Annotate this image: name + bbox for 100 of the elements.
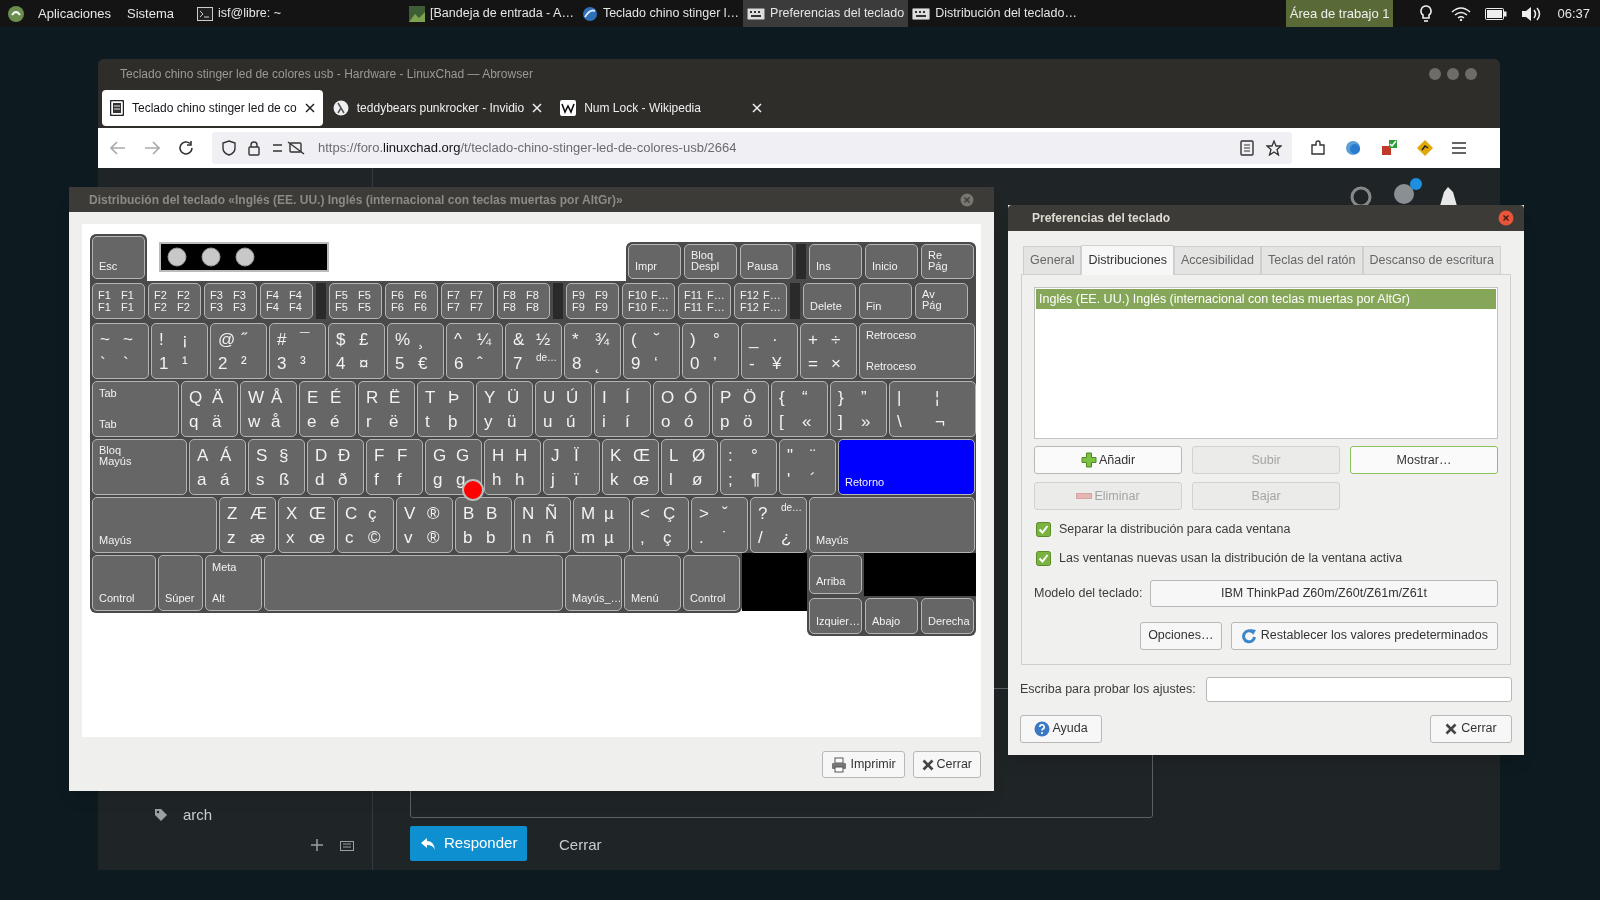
keyboard-key: Ins [809,244,862,279]
field-label: Escriba para probar los ajustes: [1020,680,1197,698]
key-separator [316,283,326,319]
taskbar-button[interactable]: Distribución del teclado… [908,0,1081,27]
help-button[interactable]: Ayuda [1020,714,1102,743]
keyboard-key: ) ° 0 ’ [682,323,739,379]
taskbar-button[interactable]: [Bandeja de entrada - A… [405,0,578,27]
addon-icon[interactable] [1380,139,1398,157]
menu-item[interactable]: Aplicaciones [33,3,116,24]
dialog-button[interactable]: Imprimir [822,751,905,778]
keyboard-icon[interactable] [340,841,354,851]
lightbulb-icon[interactable] [1419,4,1434,23]
taskbar-button[interactable]: Teclado chino stinger l… [577,0,744,27]
keyboard-key: @ ˝ 2 ² [210,323,267,379]
keyboard-key: Z Æ z æ [219,497,276,553]
search-icon[interactable] [1350,186,1372,208]
minus-icon [1076,493,1093,499]
keyboard-key: Control [92,555,156,611]
checkbox[interactable] [1036,550,1051,566]
keyboard-key: P Ö p ö [712,381,769,437]
keyboard-key: % ¸ 5 € [387,323,444,379]
keyboard-key: F10 F… F10 F… [622,283,675,319]
keyboard-key: F4 F4 F4 F4 [260,283,313,319]
reader-icon[interactable] [1240,140,1254,156]
browser-tab[interactable]: teddybears punkrocker - Invidio [324,90,551,126]
menu-icon[interactable] [1452,142,1466,154]
keyboard-key: Esc [92,236,145,279]
reload-icon[interactable] [178,140,194,156]
keyboard-key: F7 F7 F7 F7 [441,283,494,319]
keyboard-key: F12 F… F12 F… [734,283,787,319]
taskbar-button[interactable]: Preferencias del teclado [743,0,909,27]
checkbox[interactable] [1036,521,1051,537]
help-icon [1034,720,1051,737]
keyboard-key: Inicio [865,244,918,279]
lock-icon[interactable] [248,140,260,156]
keyboard-key: W Å w å [240,381,297,437]
tab[interactable]: Teclas del ratón [1260,246,1363,274]
diamond-icon[interactable] [1416,139,1434,157]
window-title: Preferencias del teclado [1032,210,1171,227]
key-separator [790,283,800,319]
taskbar-button[interactable]: isf@libre: ~ [192,0,286,27]
keyboard-key: Q Ä q ä [181,381,238,437]
extensions-icon[interactable] [1310,140,1326,156]
input-field[interactable] [1206,676,1512,702]
tag-icon[interactable] [154,808,168,822]
close-icon[interactable] [304,103,315,113]
reply-icon [420,836,436,851]
keyboard-key: I Í i í [594,381,651,437]
keyboard-key: ! ¡ 1 ¹ [151,323,208,379]
translate-icon[interactable] [1344,140,1362,156]
battery-icon[interactable] [1485,7,1508,20]
shield-icon[interactable] [222,140,236,156]
refresh-icon [1240,627,1257,644]
tab[interactable]: Accesibilidad [1174,246,1261,274]
keyboard-key: F5 F5 F5 F5 [329,283,382,319]
browser-tab[interactable]: Num Lock - Wikipedia [552,90,771,126]
cancel-link[interactable]: Cerrar [559,834,602,857]
keyboard-key: ~ ~ ` ` [92,323,149,379]
keyboard-key: Pausa [740,244,793,279]
window-controls-icon[interactable] [1428,66,1478,81]
address-bar[interactable]: https://foro.linuxchad.org/t/teclado-chino-stinger-led-de-colores-usb/2664 [212,132,1292,164]
dialog-button[interactable]: Añadir [1034,446,1182,474]
printer-icon [831,756,848,773]
browser-tab[interactable]: Teclado chino stinger led de co [102,90,323,126]
logo-icon[interactable] [7,4,25,23]
keyboard-key: Av Pág [915,283,968,319]
add-icon[interactable] [311,839,323,851]
wiki-icon [560,100,577,116]
keyboard-key: Delete [803,283,856,319]
permissions-icon[interactable] [272,141,306,155]
checkbox-label: Separar la distribución para cada ventana [1059,521,1291,538]
volume-icon[interactable] [1521,5,1542,22]
model-dropdown[interactable]: IBM ThinkPad Z60m/Z60t/Z61m/Z61t [1150,579,1498,607]
tab[interactable]: Descanso de escritura [1362,246,1501,274]
close-button[interactable]: Cerrar [1430,714,1512,743]
checkbox-label: Las ventanas nuevas usan la distribución de la ventana activa [1059,549,1403,567]
keyboard-key: Bloq Despl [684,244,737,279]
keyboard-key: Mayús [809,497,975,553]
reply-button[interactable]: Responder [410,826,528,861]
dialog-button[interactable]: Cerrar [912,751,981,778]
keyboard-key: F6 F6 F6 F6 [385,283,438,319]
tag-link[interactable]: arch [183,804,213,827]
dialog-button[interactable]: Opciones… [1139,621,1222,650]
wifi-icon[interactable] [1451,6,1472,21]
dialog-button[interactable]: Restablecer los valores predeterminados [1230,621,1498,650]
keyboard-key: R Ë r ë [358,381,415,437]
keyboard-key: Control [683,555,740,611]
clock[interactable]: 06:37 [1557,3,1590,24]
bookmark-star-icon[interactable] [1266,140,1282,156]
keyboard-key: F8 F8 F8 F8 [497,283,550,319]
workspace-switcher[interactable]: Área de trabajo 1 [1285,0,1394,27]
keyboard-key: E É e é [299,381,356,437]
keyboard-key: < Ç , ç [632,497,689,553]
keyboard-key: Mayús_… [565,555,622,611]
tab[interactable]: General [1023,246,1082,274]
dialog-button[interactable]: Mostrar… [1350,446,1498,474]
document-icon [110,100,124,116]
keyboard-key: F F f f [366,439,423,495]
menu-item[interactable]: Sistema [122,3,179,24]
tab[interactable]: Distribuciones [1081,245,1174,275]
